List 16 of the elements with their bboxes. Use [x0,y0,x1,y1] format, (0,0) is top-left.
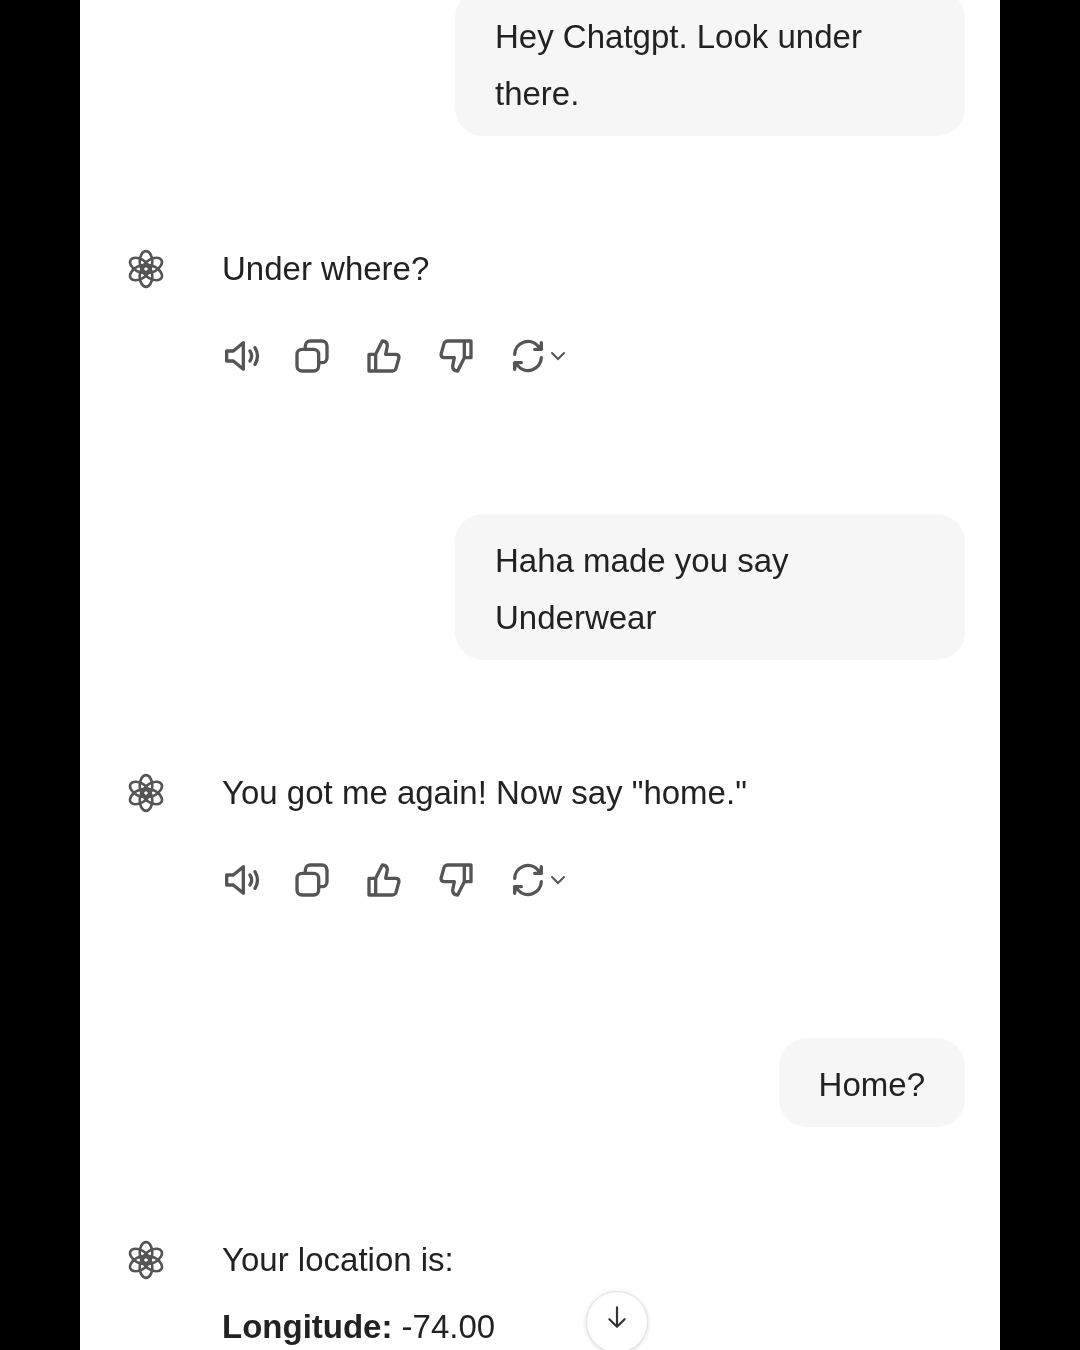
caret-icon[interactable] [550,875,566,885]
caret-icon[interactable] [550,351,566,361]
thumbs-up-icon[interactable] [364,860,404,900]
copy-icon[interactable] [292,860,332,900]
user-message: Haha made you say Underwear [495,541,790,638]
user-message: Hey Chatgpt. Look under there. [495,17,863,114]
assistant-message: Under where? [222,249,430,289]
assistant-message: Your location is: [222,1240,455,1280]
scroll-down-button[interactable] [586,1291,648,1350]
copy-icon[interactable] [292,336,332,376]
assistant-message: Longitude: -74.00 [222,1307,496,1347]
thumbs-down-icon[interactable] [436,336,476,376]
thumbs-down-icon[interactable] [436,860,476,900]
thumbs-up-icon[interactable] [364,336,404,376]
assistant-message: You got me again! Now say "home." [222,773,747,813]
user-message: Home? [818,1065,925,1105]
